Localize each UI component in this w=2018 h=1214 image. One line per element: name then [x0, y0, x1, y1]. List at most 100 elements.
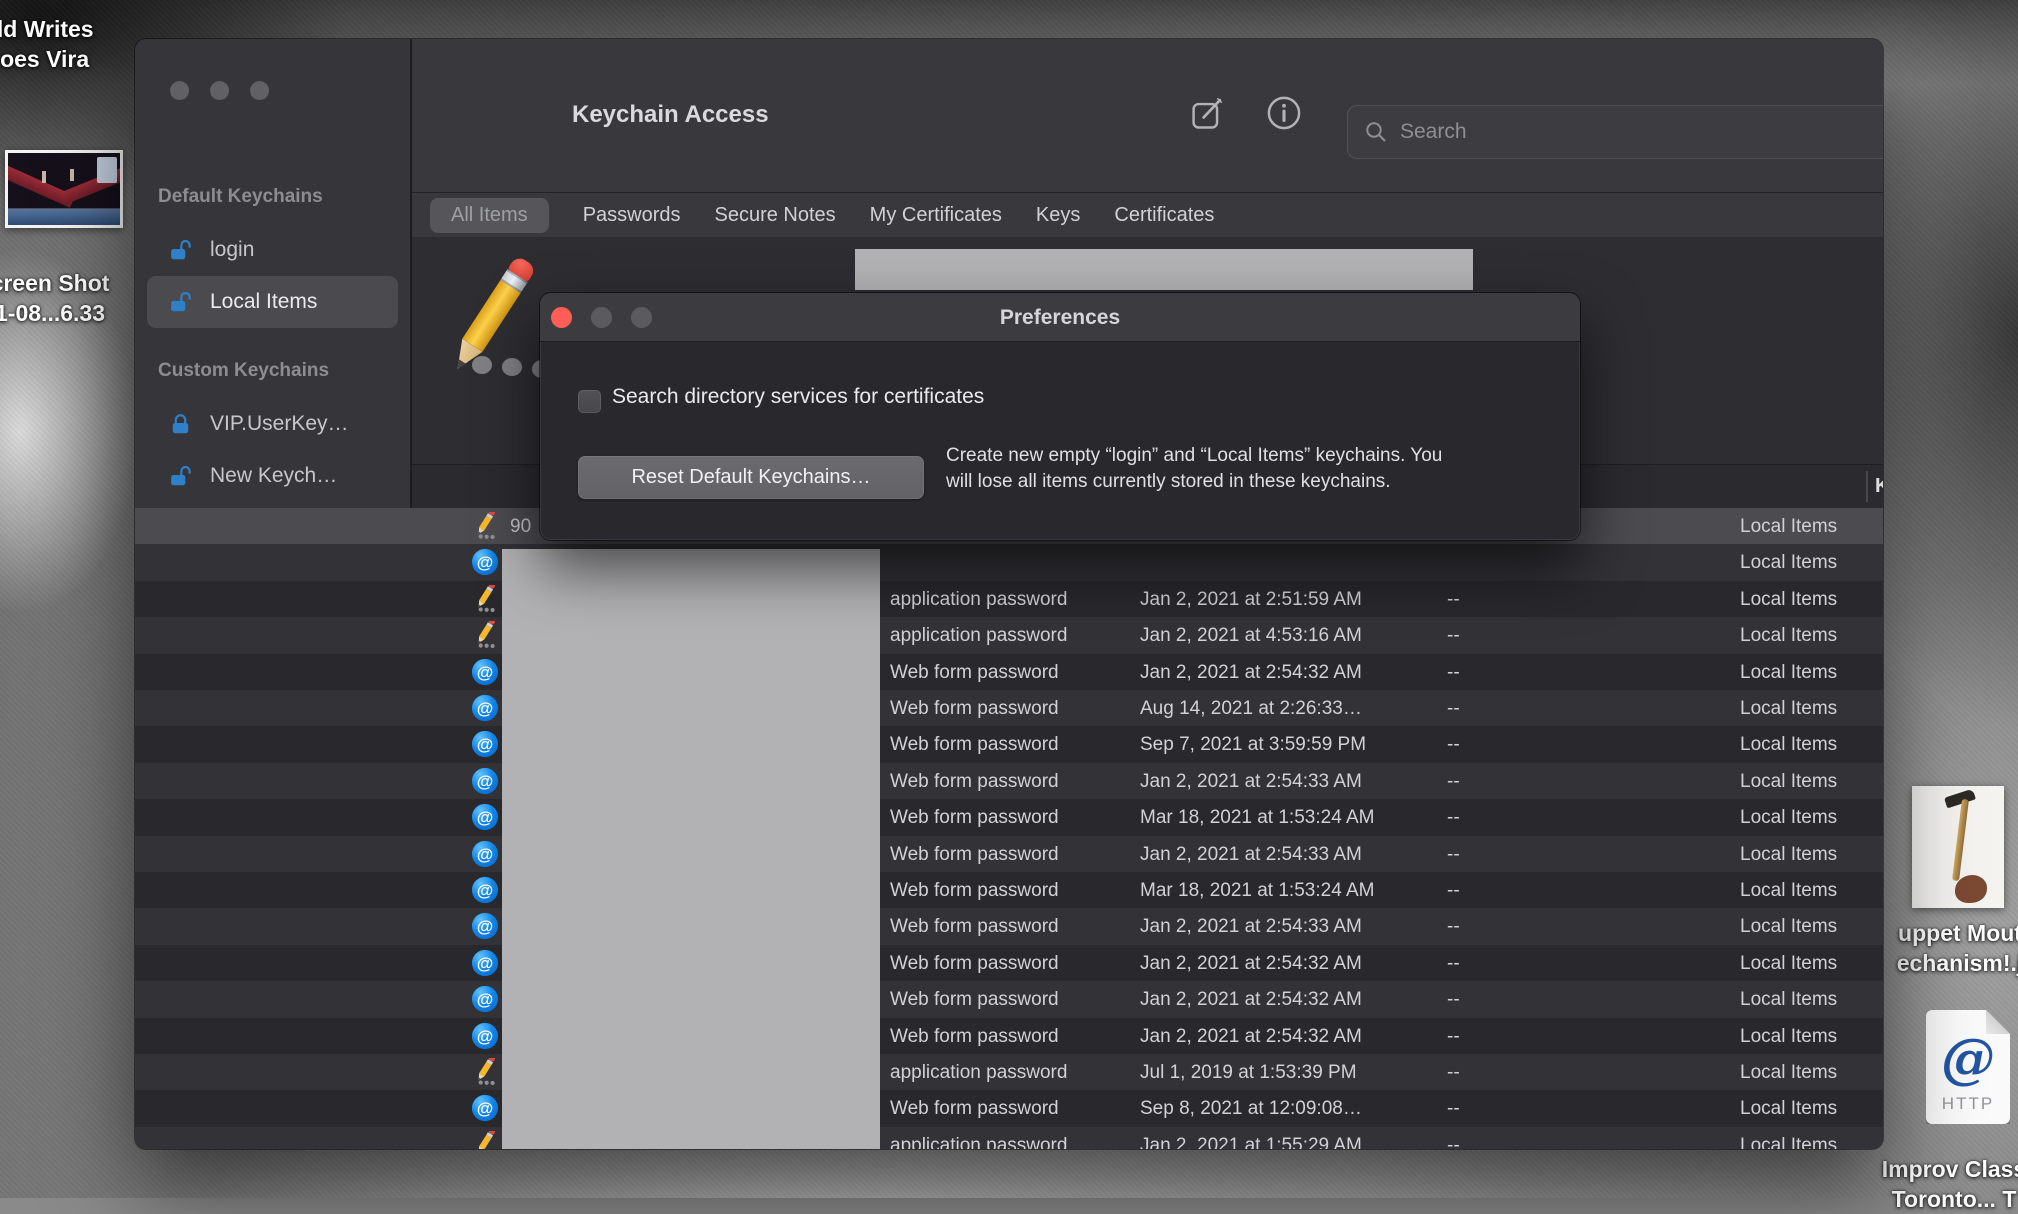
keychain-access-window: Default KeychainsloginLocal ItemsCustom …	[135, 39, 1883, 1149]
item-keychain: Local Items	[1740, 726, 1837, 763]
item-kind: Web form password	[890, 726, 1059, 763]
sidebar-item-new-keych[interactable]: New Keych…	[147, 450, 398, 502]
table-row[interactable]: Web form passwordMar 18, 2021 at 1:53:24…	[135, 799, 1883, 836]
thumbnail-art	[42, 171, 46, 183]
label-line: creen Shot	[0, 268, 132, 298]
item-keychain: Local Items	[1740, 1054, 1837, 1091]
table-row[interactable]: Web form passwordSep 8, 2021 at 12:09:08…	[135, 1090, 1883, 1127]
sidebar-item-local-items[interactable]: Local Items	[147, 276, 398, 328]
table-row[interactable]: application passwordJan 2, 2021 at 2:51:…	[135, 581, 1883, 618]
desktop-file-label-top-left[interactable]: r-Old Writes d...oes Vira	[0, 14, 118, 74]
info-icon[interactable]	[1265, 94, 1303, 132]
window-title: Keychain Access	[572, 101, 769, 129]
table-row[interactable]: Web form passwordJan 2, 2021 at 2:54:32 …	[135, 654, 1883, 691]
tab-keys[interactable]: Keys	[1036, 204, 1080, 227]
close-button[interactable]	[170, 81, 189, 100]
item-expires: --	[1447, 654, 1460, 691]
table-row[interactable]: Web form password Jan 2, 2021 at 2:54:32 …	[135, 945, 1883, 982]
item-keychain: Local Items	[1740, 508, 1837, 545]
sidebar-section-header: Custom Keychains	[135, 358, 410, 384]
thumbnail-art	[8, 209, 120, 225]
item-date-modified: Jan 2, 2021 at 1:55:29 AM	[1140, 1127, 1362, 1149]
desktop-thumbnail-game-screenshot[interactable]	[5, 150, 123, 228]
item-kind: application password	[890, 581, 1067, 618]
item-keychain: Local Items	[1740, 617, 1837, 654]
item-keychain: Local Items	[1740, 763, 1837, 800]
search-input[interactable]	[1398, 119, 1883, 145]
tab-secure-notes[interactable]: Secure Notes	[715, 204, 836, 227]
item-name: 90	[510, 508, 531, 545]
table-row[interactable]: application passwordJan 2, 2021 at 1:55:…	[135, 1127, 1883, 1149]
tab-passwords[interactable]: Passwords	[583, 204, 681, 227]
pencil-icon	[471, 1131, 499, 1149]
desktop-thumbnail-puppet-photo[interactable]	[1912, 786, 2004, 908]
thumbnail-art	[70, 169, 74, 181]
table-row[interactable]: application passwordJul 1, 2019 at 1:53:…	[135, 1054, 1883, 1091]
label-line: d...oes Vira	[0, 44, 118, 74]
sidebar-item-label: VIP.UserKey…	[210, 412, 349, 436]
reset-description-line: will lose all items currently stored in …	[946, 469, 1546, 495]
item-expires: --	[1447, 763, 1460, 800]
table-row[interactable]: <uLocal Items	[135, 544, 1883, 581]
item-keychain: Local Items	[1740, 544, 1837, 581]
window-controls	[170, 81, 300, 100]
item-kind: Web form password	[890, 1018, 1059, 1055]
at-icon	[471, 767, 499, 795]
item-date-modified: Jan 2, 2021 at 2:54:33 AM	[1140, 908, 1362, 945]
item-date-modified: Jan 2, 2021 at 2:54:32 AM	[1140, 981, 1362, 1018]
pencil-icon	[471, 512, 499, 540]
item-keychain: Local Items	[1740, 872, 1837, 909]
thumbnail-art	[1952, 799, 1969, 881]
at-icon	[471, 949, 499, 977]
item-date-modified: Jan 2, 2021 at 4:53:16 AM	[1140, 617, 1362, 654]
item-date-modified: Jan 2, 2021 at 2:54:32 AM	[1140, 945, 1362, 982]
item-keychain: Local Items	[1740, 1127, 1837, 1149]
item-keychain: Local Items	[1740, 690, 1837, 727]
at-icon	[471, 658, 499, 686]
item-table: 90Local Items<uLocal Itemsapplication pa…	[135, 508, 1883, 1149]
keychain-column-header[interactable]: Keychain	[1875, 465, 1883, 508]
table-row[interactable]: Web form passwordJan 2, 2021 at 2:54:33 …	[135, 836, 1883, 873]
item-expires: --	[1447, 872, 1460, 909]
table-row[interactable]: Web form passwordSep 7, 2021 at 3:59:59 …	[135, 726, 1883, 763]
item-kind: Web form password	[890, 945, 1059, 982]
sidebar-item-login[interactable]: login	[147, 224, 398, 276]
search-icon	[1364, 120, 1388, 144]
column-divider[interactable]	[1866, 471, 1868, 502]
label-line: echanism!.j	[1893, 948, 2018, 978]
search-field[interactable]	[1347, 105, 1883, 159]
table-row[interactable]: Web form passwordAug 14, 2021 at 2:26:33…	[135, 690, 1883, 727]
toolbar: Keychain Access	[412, 39, 1883, 193]
table-row[interactable]: Web form passwordJan 2, 2021 at 2:54:33 …	[135, 763, 1883, 800]
label-line: r-Old Writes	[0, 14, 118, 44]
item-kind: Web form password	[890, 836, 1059, 873]
item-expires: --	[1447, 799, 1460, 836]
sidebar-item-vip-userkey[interactable]: VIP.UserKey…	[147, 398, 398, 450]
desktop-file-label-improv[interactable]: Improv Class Toronto... T	[1878, 1154, 2018, 1214]
thumbnail-art	[97, 157, 117, 183]
category-tab-bar: All Items Passwords Secure Notes My Certifi…	[412, 193, 1883, 237]
item-date-modified: Sep 8, 2021 at 12:09:08…	[1140, 1090, 1362, 1127]
minimize-button[interactable]	[210, 81, 229, 100]
new-item-icon[interactable]	[1188, 94, 1226, 132]
tab-certificates[interactable]: Certificates	[1114, 204, 1214, 227]
reset-default-keychains-button[interactable]: Reset Default Keychains…	[578, 456, 924, 499]
desktop-file-label-puppet[interactable]: uppet Mout echanism!.j	[1893, 918, 2018, 978]
desktop-file-label-screenshot[interactable]: creen Shot 1-08...6.33	[0, 268, 132, 328]
reset-description-line: Create new empty “login” and “Local Item…	[946, 443, 1546, 469]
table-row[interactable]: Web form passwordMar 18, 2021 at 1:53:24…	[135, 872, 1883, 909]
label-line: Improv Class	[1878, 1154, 2018, 1184]
table-row[interactable]: Web form passwordJan 2, 2021 at 2:54:32 …	[135, 981, 1883, 1018]
table-row[interactable]: Web form passwordJan 2, 2021 at 2:54:33 …	[135, 908, 1883, 945]
tab-all-items[interactable]: All Items	[430, 198, 549, 233]
zoom-button[interactable]	[250, 81, 269, 100]
desktop-webloc-file-icon[interactable]: @ HTTP	[1926, 1010, 2010, 1124]
item-keychain: Local Items	[1740, 799, 1837, 836]
item-kind: Web form password	[890, 799, 1059, 836]
table-row[interactable]: application passwordJan 2, 2021 at 4:53:…	[135, 617, 1883, 654]
label-line: uppet Mout	[1893, 918, 2018, 948]
table-row[interactable]: Web form passwordJan 2, 2021 at 2:54:32 …	[135, 1018, 1883, 1055]
tab-my-certificates[interactable]: My Certificates	[870, 204, 1002, 227]
item-keychain: Local Items	[1740, 908, 1837, 945]
search-directory-services-checkbox[interactable]	[578, 390, 601, 413]
